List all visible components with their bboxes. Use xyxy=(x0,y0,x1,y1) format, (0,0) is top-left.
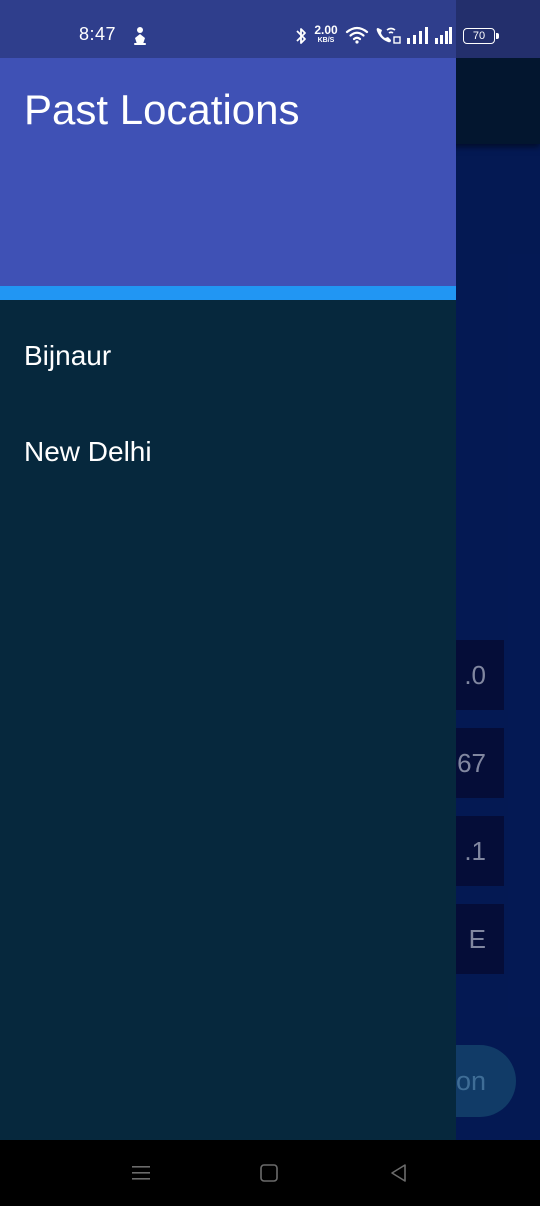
back-icon xyxy=(391,1164,406,1182)
notification-icon xyxy=(134,27,146,45)
bluetooth-icon xyxy=(296,28,306,44)
drawer-accent-bar xyxy=(0,286,456,300)
drawer-header: Past Locations xyxy=(0,58,456,286)
recents-button[interactable] xyxy=(124,1158,158,1188)
signal-icon xyxy=(435,27,452,44)
status-bar: 8:47 2.00 KB/S 70 xyxy=(0,0,540,58)
battery-icon: 70 xyxy=(463,28,499,44)
system-nav-bar xyxy=(0,1140,540,1206)
network-speed: 2.00 KB/S xyxy=(312,24,340,44)
list-item-location[interactable]: Bijnaur xyxy=(0,300,456,396)
wifi-call-icon xyxy=(376,27,401,44)
home-button[interactable] xyxy=(252,1158,286,1188)
recents-menu-icon xyxy=(132,1166,150,1180)
back-button[interactable] xyxy=(382,1158,416,1188)
navigation-drawer: Past Locations Bijnaur New Delhi xyxy=(0,58,456,1140)
location-label: Bijnaur xyxy=(24,340,112,371)
battery-level: 70 xyxy=(472,30,486,42)
status-time: 8:47 xyxy=(79,24,117,44)
network-speed-unit: KB/S xyxy=(317,37,335,44)
location-label: New Delhi xyxy=(24,436,152,467)
list-item-location[interactable]: New Delhi xyxy=(0,396,456,480)
network-speed-value: 2.00 xyxy=(314,23,338,37)
drawer-title: Past Locations xyxy=(24,86,300,133)
signal-icon xyxy=(407,27,428,44)
past-locations-list: Bijnaur New Delhi xyxy=(0,300,456,480)
wifi-icon xyxy=(345,26,369,44)
home-icon xyxy=(260,1164,278,1182)
